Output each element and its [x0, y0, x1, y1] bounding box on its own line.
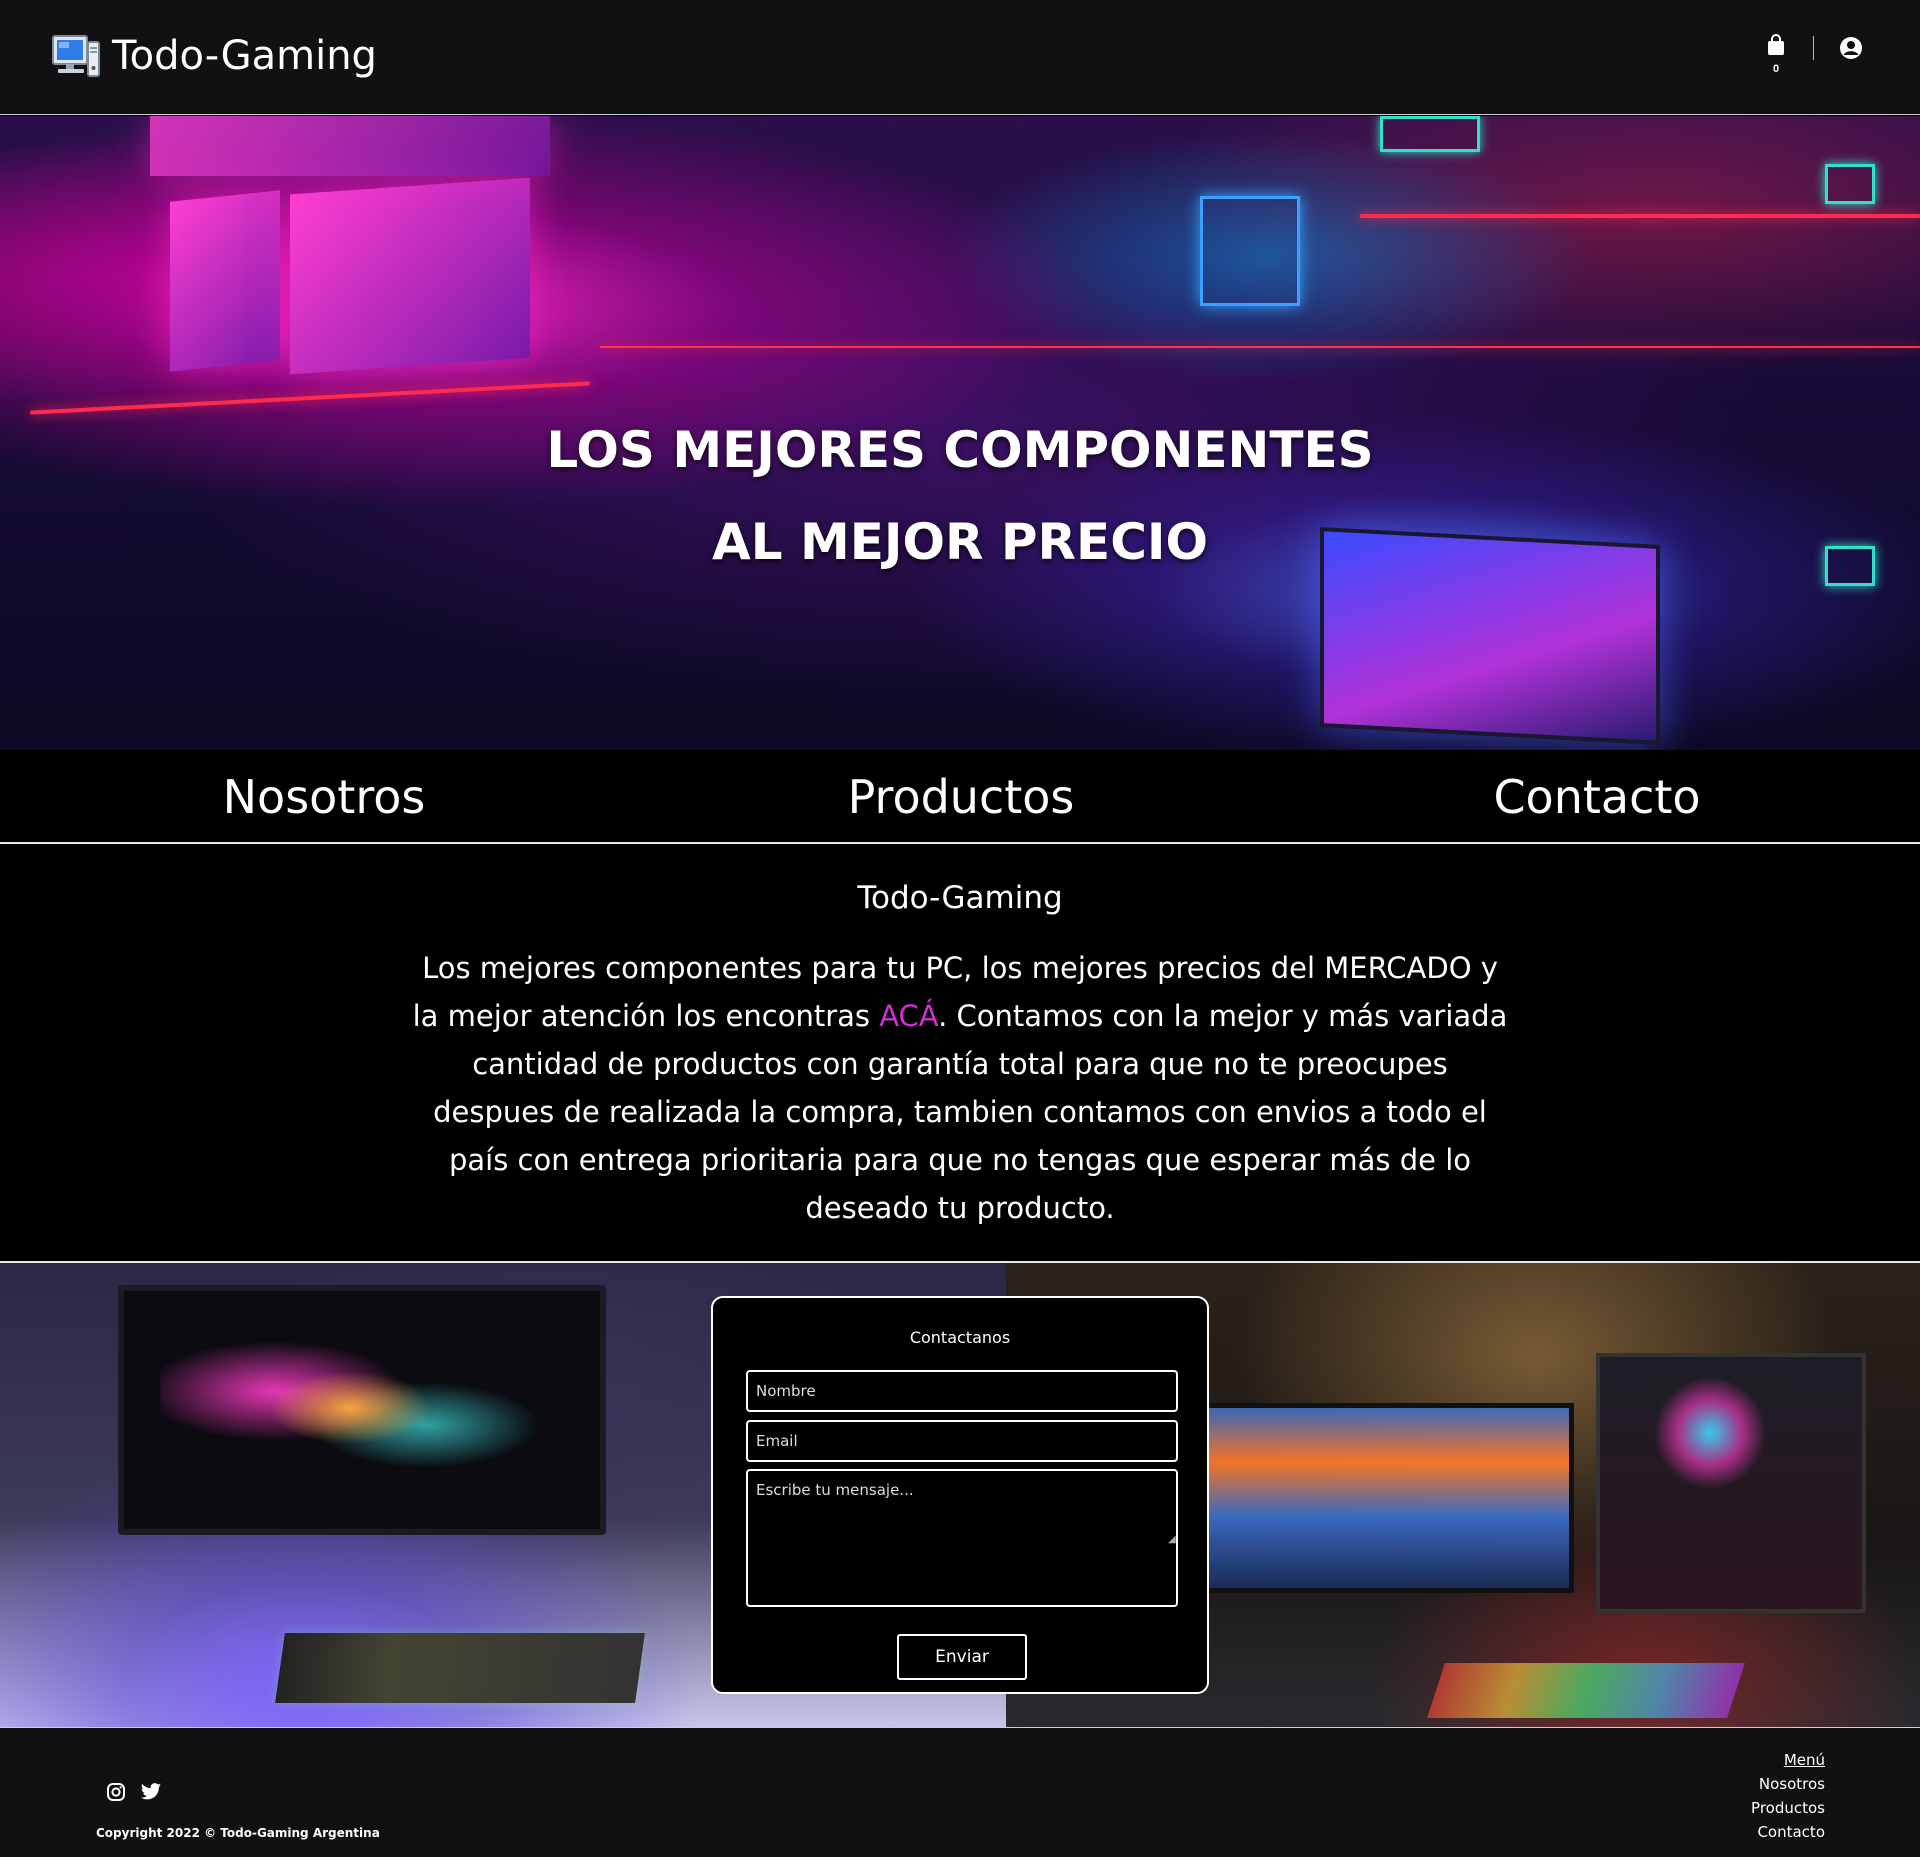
- footer-link-contacto[interactable]: Contacto: [1751, 1820, 1825, 1844]
- about-paragraph: Los mejores componentes para tu PC, los …: [410, 944, 1510, 1232]
- contact-form-title: Contactanos: [909, 1328, 1011, 1347]
- hero-headline-line2: AL MEJOR PRECIO: [712, 513, 1208, 571]
- pc-case-image: [1596, 1353, 1866, 1613]
- keyboard-image: [275, 1633, 645, 1703]
- hero-decor: [170, 190, 280, 372]
- send-button[interactable]: Enviar: [897, 1634, 1027, 1680]
- hero-decor: [1200, 196, 1300, 306]
- site-header: Todo-Gaming 0: [0, 0, 1920, 115]
- monitor-image: [1194, 1403, 1574, 1593]
- site-footer: Copyright 2022 © Todo-Gaming Argentina M…: [0, 1727, 1920, 1857]
- resize-handle-icon[interactable]: ◢: [1168, 1534, 1176, 1545]
- copyright-text: Copyright 2022 © Todo-Gaming Argentina: [96, 1826, 380, 1840]
- twitter-icon[interactable]: [140, 1782, 162, 1807]
- hero-decor: [1825, 164, 1875, 204]
- nav-link-productos[interactable]: Productos: [848, 770, 1075, 824]
- contact-form: Contactanos ◢ Enviar: [711, 1296, 1209, 1694]
- brand-title[interactable]: Todo-Gaming: [112, 33, 377, 79]
- header-divider: [1813, 36, 1814, 60]
- user-account-button[interactable]: [1839, 36, 1863, 65]
- hero-decor: [600, 346, 1920, 348]
- hero-decor: [1360, 214, 1920, 218]
- name-input[interactable]: [746, 1370, 1178, 1412]
- footer-link-nosotros[interactable]: Nosotros: [1751, 1772, 1825, 1796]
- about-title: Todo-Gaming: [857, 880, 1063, 916]
- footer-link-productos[interactable]: Productos: [1751, 1796, 1825, 1820]
- footer-menu: Menú Nosotros Productos Contacto: [1751, 1748, 1825, 1844]
- nav-link-nosotros[interactable]: Nosotros: [223, 770, 426, 824]
- about-highlight-link[interactable]: ACÁ: [879, 999, 938, 1033]
- footer-menu-title[interactable]: Menú: [1751, 1748, 1825, 1772]
- brand[interactable]: Todo-Gaming: [50, 30, 377, 82]
- message-textarea[interactable]: [746, 1469, 1178, 1607]
- hero-decor: [1380, 116, 1480, 152]
- section-nav: Nosotros Productos Contacto: [0, 750, 1920, 844]
- hero-decor: [290, 177, 530, 375]
- about-section: Todo-Gaming Los mejores componentes para…: [0, 846, 1920, 1261]
- keyboard-image: [1427, 1663, 1745, 1718]
- nav-link-contacto[interactable]: Contacto: [1493, 770, 1700, 824]
- cart-button[interactable]: 0: [1764, 34, 1788, 75]
- hero-decor: [150, 116, 550, 176]
- user-circle-icon: [1839, 37, 1863, 64]
- hero-banner: LOS MEJORES COMPONENTES AL MEJOR PRECIO: [0, 116, 1920, 750]
- wallpaper-art: [160, 1323, 540, 1493]
- social-links: [106, 1782, 162, 1807]
- instagram-icon[interactable]: [106, 1782, 126, 1807]
- cart-count-badge: 0: [1772, 63, 1780, 75]
- email-input[interactable]: [746, 1420, 1178, 1462]
- hero-headline-line1: LOS MEJORES COMPONENTES: [546, 421, 1374, 479]
- hero-decor: [30, 381, 590, 415]
- shopping-bag-icon: [1767, 34, 1785, 60]
- computer-logo-icon: [50, 30, 102, 82]
